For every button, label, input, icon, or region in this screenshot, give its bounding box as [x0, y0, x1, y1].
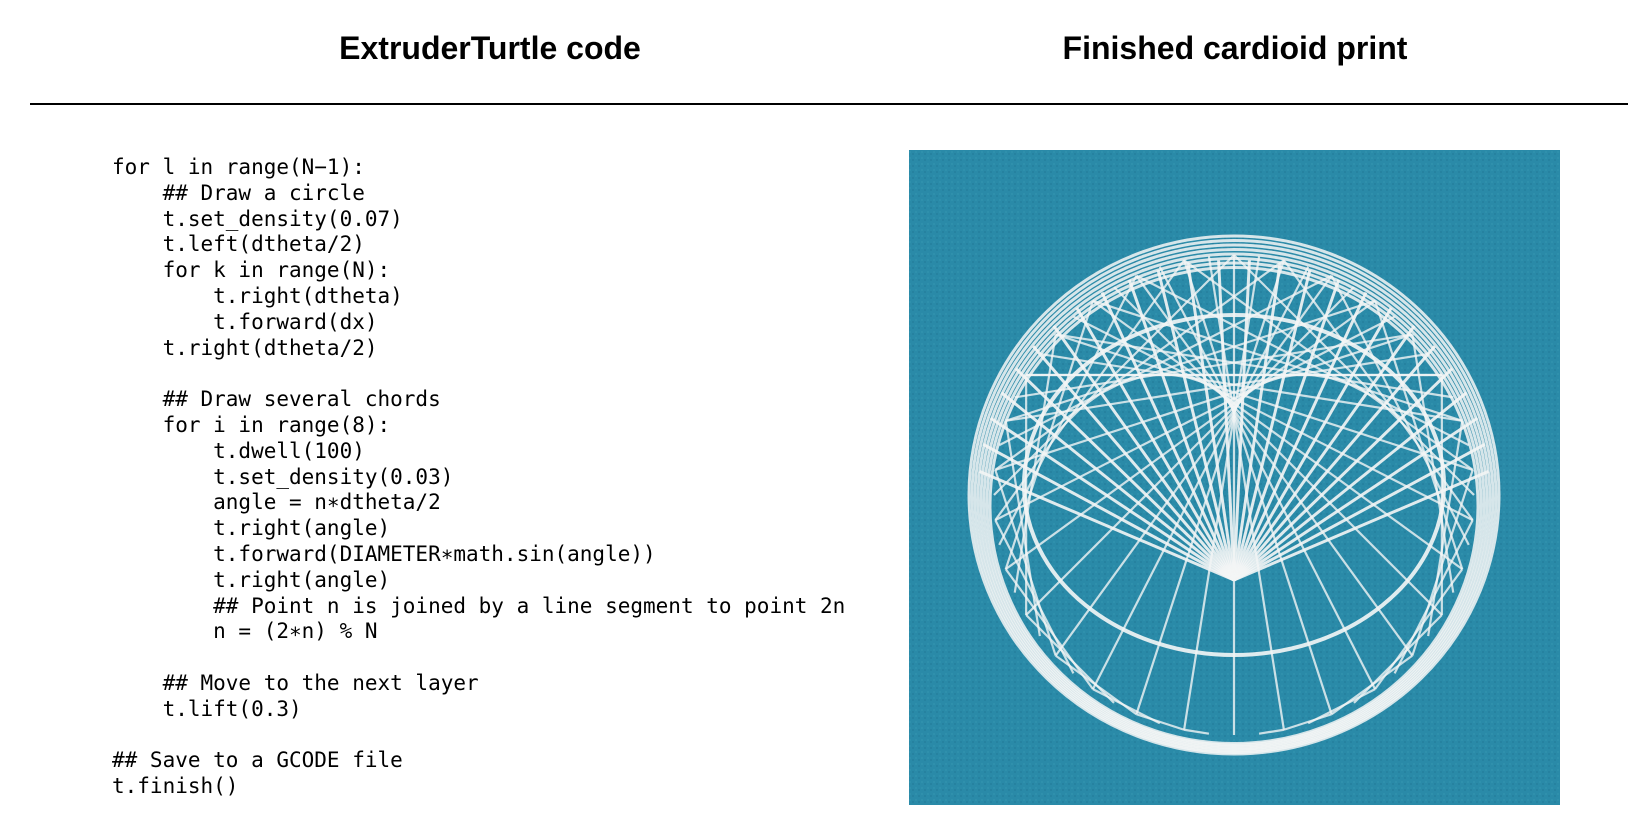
code-line: t.set_density(0.03)	[112, 464, 454, 489]
code-line: n = (2∗n) % N	[112, 619, 378, 644]
code-line: t.forward(DIAMETER∗math.sin(angle))	[112, 541, 656, 566]
code-block: for l in range(N−1): ## Draw a circle t.…	[112, 155, 845, 800]
code-line: for k in range(N):	[112, 258, 391, 283]
code-line: ## Save to a GCODE file	[112, 748, 403, 773]
code-line: t.right(dtheta/2)	[112, 335, 378, 360]
code-line: t.left(dtheta/2)	[112, 232, 365, 257]
code-line: angle = n∗dtheta/2	[112, 490, 441, 515]
code-line: t.forward(dx)	[112, 309, 378, 334]
code-line: for l in range(N−1):	[112, 155, 365, 179]
print-heading: Finished cardioid print	[1062, 30, 1408, 66]
code-line: t.right(angle)	[112, 516, 391, 541]
code-line: t.dwell(100)	[112, 438, 365, 463]
code-line: t.lift(0.3)	[112, 696, 302, 721]
code-line: t.right(dtheta)	[112, 283, 403, 308]
code-line: t.set_density(0.07)	[112, 206, 403, 231]
code-heading: ExtruderTurtle code	[339, 30, 641, 66]
code-line: t.right(angle)	[112, 567, 391, 592]
code-line: t.finish()	[112, 774, 239, 799]
cardioid-print-photo	[909, 150, 1560, 805]
code-line: ## Draw several chords	[112, 387, 441, 412]
code-line: for i in range(8):	[112, 412, 391, 437]
code-line: ## Point n is joined by a line segment t…	[112, 593, 846, 618]
divider	[30, 103, 1628, 105]
code-line: ## Move to the next layer	[112, 670, 479, 695]
code-line: ## Draw a circle	[112, 180, 365, 205]
